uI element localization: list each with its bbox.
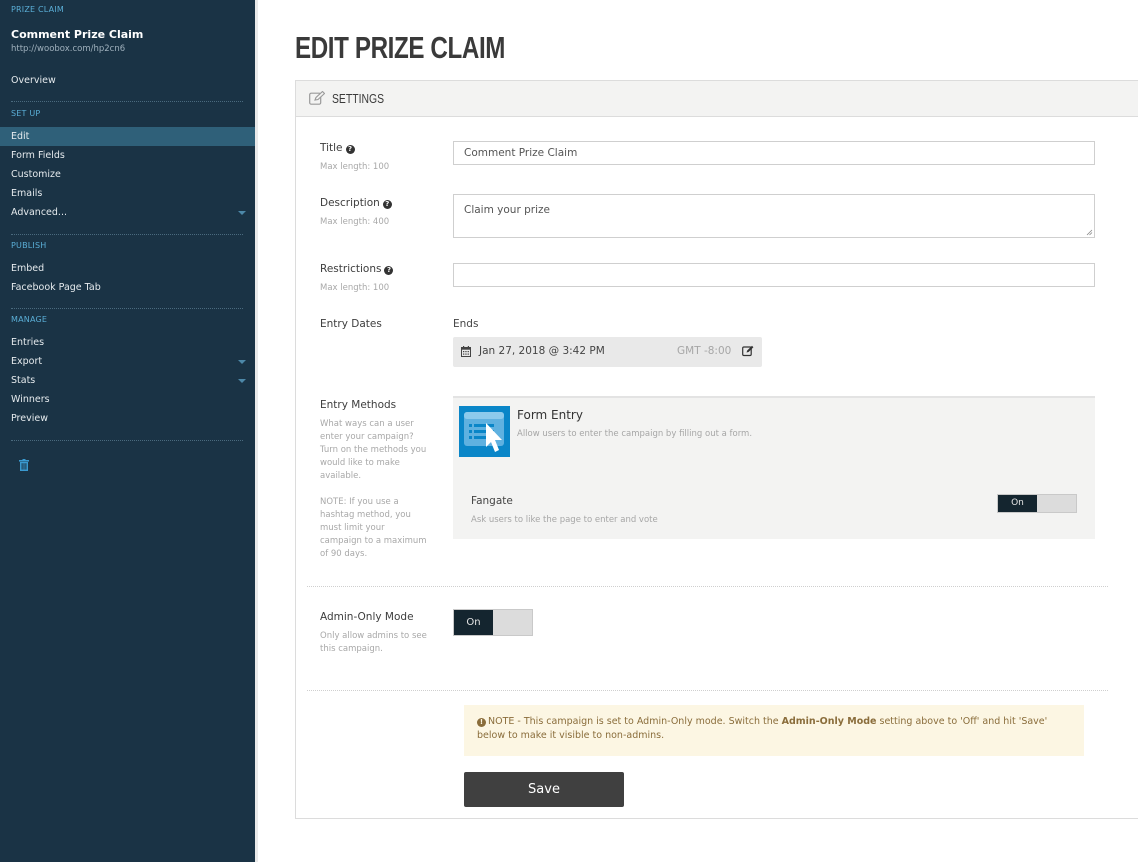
- caret-down-icon[interactable]: [238, 211, 246, 215]
- description-value: Claim your prize: [464, 204, 550, 216]
- restrictions-hint: Max length: 100: [320, 283, 390, 293]
- sidebar-border: [255, 0, 258, 862]
- section-manage: MANAGE: [11, 315, 48, 324]
- sidebar-item-preview[interactable]: Preview: [0, 409, 255, 428]
- help-icon[interactable]: ?: [384, 266, 394, 275]
- sidebar: PRIZE CLAIM Comment Prize Claim http://w…: [0, 0, 255, 862]
- end-date-field[interactable]: Jan 27, 2018 @ 3:42 PM GMT -8:00: [453, 337, 762, 367]
- edit-icon: [309, 91, 325, 105]
- section-publish: PUBLISH: [11, 241, 47, 250]
- entry-methods-box: Form Entry Allow users to enter the camp…: [453, 396, 1095, 539]
- help-icon[interactable]: ?: [345, 145, 355, 154]
- section-divider: [307, 690, 1108, 691]
- sidebar-item-label: Facebook Page Tab: [11, 282, 101, 293]
- panel-title: SETTINGS: [332, 91, 385, 106]
- form-entry-title: Form Entry: [517, 408, 583, 422]
- sidebar-item-edit[interactable]: Edit: [0, 127, 255, 146]
- restrictions-label: Restrictions?: [320, 263, 394, 275]
- title-input[interactable]: [453, 141, 1095, 165]
- exclamation-icon: !: [477, 718, 486, 727]
- sidebar-divider: [11, 440, 243, 441]
- description-textarea[interactable]: Claim your prize: [453, 194, 1095, 238]
- fangate-desc: Ask users to like the page to enter and …: [471, 515, 658, 525]
- entry-methods-help: What ways can a user enter your campaign…: [320, 419, 427, 481]
- sidebar-item-form-fields[interactable]: Form Fields: [0, 146, 255, 165]
- section-divider: [307, 586, 1108, 587]
- label-text: Description: [320, 197, 380, 209]
- notice-bold: Admin-Only Mode: [781, 716, 877, 727]
- save-button[interactable]: Save: [464, 772, 624, 807]
- label-text: Restrictions: [320, 263, 382, 275]
- resize-handle-icon[interactable]: [1086, 229, 1093, 236]
- entry-methods-note: NOTE: If you use a hashtag method, you m…: [320, 497, 427, 559]
- admin-only-notice: ! NOTE - This campaign is set to Admin-On…: [464, 705, 1084, 756]
- admin-only-help: Only allow admins to see this campaign.: [320, 631, 427, 654]
- sidebar-item-label: Winners: [11, 394, 50, 405]
- ends-label: Ends: [453, 318, 479, 330]
- label-text: Title: [320, 142, 343, 154]
- sidebar-item-emails[interactable]: Emails: [0, 184, 255, 203]
- campaign-title: Comment Prize Claim: [11, 28, 144, 41]
- sidebar-item-facebook-page-tab[interactable]: Facebook Page Tab: [0, 278, 255, 297]
- sidebar-item-label: Edit: [11, 131, 30, 142]
- title-label: Title?: [320, 142, 355, 154]
- sidebar-item-embed[interactable]: Embed: [0, 259, 255, 278]
- trash-icon[interactable]: [19, 459, 29, 471]
- toggle-on-label: On: [454, 610, 493, 635]
- sidebar-item-label: Preview: [11, 413, 48, 424]
- sidebar-item-label: Customize: [11, 169, 61, 180]
- edit-date-icon[interactable]: [742, 345, 754, 357]
- help-icon[interactable]: ?: [382, 200, 392, 209]
- admin-only-toggle[interactable]: On: [453, 609, 533, 636]
- sidebar-item-label: Emails: [11, 188, 43, 199]
- panel-header: SETTINGS: [296, 81, 1138, 117]
- fangate-title: Fangate: [471, 495, 513, 507]
- restrictions-input[interactable]: [453, 263, 1095, 287]
- sidebar-item-label: Form Fields: [11, 150, 65, 161]
- page-title: EDIT PRIZE CLAIM: [295, 30, 506, 65]
- sidebar-item-export[interactable]: Export: [0, 352, 255, 371]
- title-hint: Max length: 100: [320, 162, 390, 172]
- sidebar-kicker: PRIZE CLAIM: [11, 5, 64, 14]
- sidebar-item-winners[interactable]: Winners: [0, 390, 255, 409]
- sidebar-item-label: Stats: [11, 375, 36, 386]
- description-label: Description?: [320, 197, 392, 209]
- campaign-url[interactable]: http://woobox.com/hp2cn6: [11, 44, 125, 54]
- sidebar-item-label: Export: [11, 356, 43, 367]
- sidebar-item-label: Entries: [11, 337, 45, 348]
- timezone: GMT -8:00: [677, 345, 732, 357]
- sidebar-item-label: Embed: [11, 263, 45, 274]
- description-hint: Max length: 400: [320, 217, 390, 227]
- form-entry-icon: [459, 406, 510, 457]
- sidebar-item-overview[interactable]: Overview: [0, 71, 255, 90]
- notice-text: NOTE - This campaign is set to Admin-Onl…: [488, 716, 782, 727]
- toggle-on-label: On: [998, 495, 1037, 512]
- sidebar-item-label: Advanced...: [11, 207, 67, 218]
- fangate-toggle[interactable]: On: [997, 494, 1077, 513]
- admin-only-label: Admin-Only Mode: [320, 611, 414, 623]
- sidebar-divider: [11, 101, 243, 102]
- sidebar-item-stats[interactable]: Stats: [0, 371, 255, 390]
- entry-methods-label: Entry Methods: [320, 399, 397, 411]
- end-date-value: Jan 27, 2018 @ 3:42 PM: [479, 345, 605, 357]
- sidebar-divider: [11, 308, 243, 309]
- section-setup: SET UP: [11, 109, 41, 118]
- sidebar-item-advanced[interactable]: Advanced...: [0, 203, 255, 222]
- sidebar-item-entries[interactable]: Entries: [0, 333, 255, 352]
- calendar-icon: [461, 346, 471, 357]
- sidebar-divider: [11, 234, 243, 235]
- caret-down-icon[interactable]: [238, 379, 246, 383]
- sidebar-item-customize[interactable]: Customize: [0, 165, 255, 184]
- caret-down-icon[interactable]: [238, 360, 246, 364]
- form-entry-desc: Allow users to enter the campaign by fil…: [517, 429, 753, 439]
- entry-dates-label: Entry Dates: [320, 318, 382, 330]
